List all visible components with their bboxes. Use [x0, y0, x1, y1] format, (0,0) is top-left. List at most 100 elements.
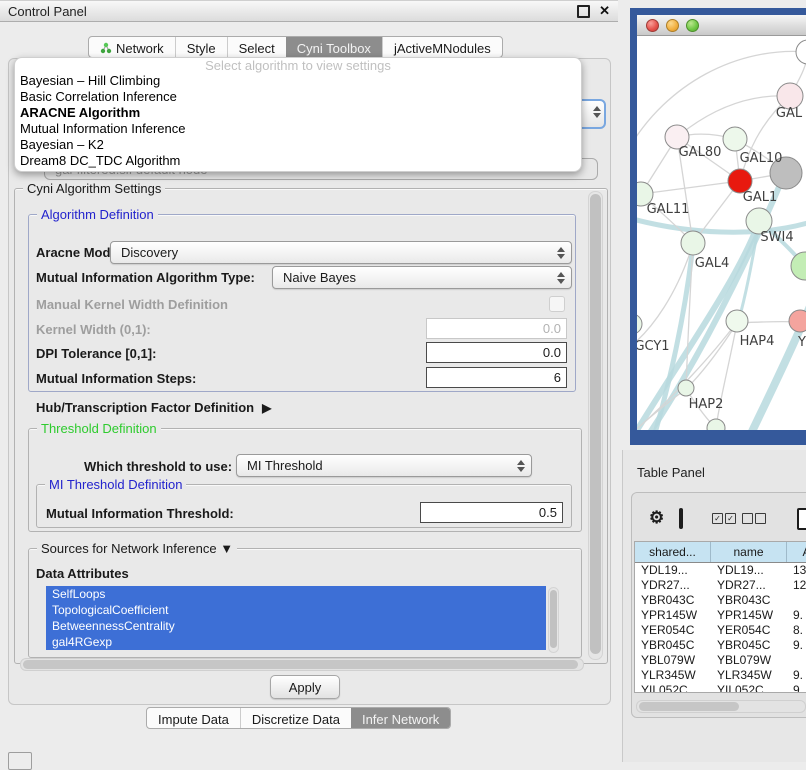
tab-discretize-data[interactable]: Discretize Data [240, 708, 351, 728]
network-icon [100, 42, 112, 54]
aracne-mode-combo[interactable]: Discovery [110, 241, 572, 264]
table-row[interactable]: YDR27...YDR27...12 [635, 578, 806, 593]
algorithm-option[interactable]: Bayesian – K2 [15, 137, 581, 153]
kernel-width-field[interactable]: 0.0 [426, 318, 567, 339]
network-node[interactable] [789, 310, 806, 332]
sources-group-title[interactable]: Sources for Network Inference ▼ [37, 541, 237, 556]
column-view-icon[interactable] [679, 508, 683, 529]
zoom-window-icon[interactable] [686, 19, 699, 32]
mi-threshold-field[interactable]: 0.5 [420, 502, 563, 523]
table-cell [787, 593, 806, 608]
algorithm-dropdown-placeholder: Select algorithm to view settings [15, 58, 581, 73]
which-threshold-combo[interactable]: MI Threshold [236, 454, 532, 477]
table-cell: YIL052C [711, 683, 787, 693]
column-header[interactable]: shared... [635, 542, 711, 562]
table-row[interactable]: YBR043CYBR043C [635, 593, 806, 608]
network-window-titlebar[interactable] [637, 15, 806, 36]
unchecked-box-icon [742, 513, 753, 524]
settings-horizontal-scrollbar[interactable] [20, 658, 584, 671]
list-vertical-scrollbar[interactable] [548, 587, 559, 653]
mi-algorithm-type-combo[interactable]: Naive Bayes [272, 266, 572, 289]
tab-infer-network[interactable]: Infer Network [351, 708, 450, 728]
table-row[interactable]: YPR145WYPR145W9. [635, 608, 806, 623]
network-node[interactable] [678, 380, 694, 396]
network-view-window: GALGAL80GAL10GAL1GAL11SWI4GAL4GCY1HAP4YH… [630, 8, 806, 445]
stepper-icon [551, 247, 565, 259]
close-panel-icon[interactable]: ✕ [599, 5, 610, 17]
aracne-mode-value: Discovery [121, 245, 178, 260]
algorithm-option[interactable]: Bayesian – Hill Climbing [15, 73, 581, 89]
data-attribute-item[interactable]: SelfLoops [46, 586, 546, 602]
sources-title-text: Sources for Network Inference [41, 541, 217, 556]
table-row[interactable]: YDL19...YDL19...13 [635, 563, 806, 578]
column-header[interactable]: A [787, 542, 806, 562]
tab-select[interactable]: Select [227, 37, 286, 57]
table-cell: YLR345W [635, 668, 711, 683]
expand-arrow-icon[interactable]: ▶ [262, 401, 271, 415]
data-attribute-item[interactable]: TopologicalCoefficient [46, 602, 546, 618]
table-row[interactable]: YIL052CYIL052C9. [635, 683, 806, 693]
network-node[interactable] [681, 231, 705, 255]
network-node[interactable] [791, 252, 806, 280]
mi-steps-field[interactable]: 6 [426, 367, 567, 388]
collapse-arrow-icon[interactable]: ▼ [220, 541, 233, 556]
tab-cyni-toolbox[interactable]: Cyni Toolbox [286, 37, 382, 57]
table-cell: YBR045C [711, 638, 787, 653]
hub-definition-toggle[interactable]: Hub/Transcription Factor Definition▶ [36, 400, 271, 415]
table-row[interactable]: YLR345WYLR345W9. [635, 668, 806, 683]
mi-threshold-group-title: MI Threshold Definition [45, 477, 186, 492]
gravity-tray-icon[interactable] [8, 752, 32, 770]
node-label: Y [797, 335, 806, 350]
column-header[interactable]: name [711, 542, 787, 562]
network-edge[interactable] [641, 181, 740, 194]
network-edge[interactable] [653, 245, 693, 430]
algorithm-option[interactable]: Mutual Information Inference [15, 121, 581, 137]
network-node[interactable] [723, 127, 747, 151]
gear-icon[interactable]: ⚙ [649, 509, 664, 527]
node-label: GAL1 [743, 190, 777, 205]
table-scroll-thumb[interactable] [639, 702, 739, 711]
cyni-algorithm-settings-title: Cyni Algorithm Settings [23, 181, 165, 196]
algorithm-option[interactable]: Basic Correlation Inference [15, 89, 581, 105]
algorithm-option[interactable]: ARACNE Algorithm [15, 105, 581, 121]
table-cell: YER054C [711, 623, 787, 638]
deselect-all-columns-icon[interactable] [742, 513, 766, 524]
settings-vertical-scrollbar[interactable] [588, 191, 603, 660]
data-attributes-label: Data Attributes [36, 566, 129, 581]
tab-network[interactable]: Network [89, 37, 175, 57]
close-window-icon[interactable] [646, 19, 659, 32]
table-horizontal-scrollbar[interactable] [636, 700, 806, 713]
network-node[interactable] [637, 314, 642, 334]
table-row[interactable]: YER054CYER054C8. [635, 623, 806, 638]
list-scroll-thumb[interactable] [550, 590, 557, 648]
manual-kernel-width-checkbox[interactable] [549, 296, 565, 312]
tab-impute-data[interactable]: Impute Data [147, 708, 240, 728]
tab-style[interactable]: Style [175, 37, 227, 57]
export-table-icon[interactable] [797, 508, 806, 530]
horizontal-scroll-thumb[interactable] [23, 660, 578, 669]
network-node[interactable] [726, 310, 748, 332]
data-attribute-item[interactable]: BetweennessCentrality [46, 618, 546, 634]
dpi-tolerance-field[interactable]: 0.0 [426, 342, 567, 363]
checked-box-icon: ✓ [725, 513, 736, 524]
apply-button[interactable]: Apply [270, 675, 340, 699]
select-all-columns-icon[interactable]: ✓ ✓ [712, 513, 736, 524]
algorithm-definition-title: Algorithm Definition [37, 207, 158, 222]
settings-scroll-thumb[interactable] [590, 194, 601, 654]
minimize-window-icon[interactable] [666, 19, 679, 32]
tab-jactivemnodules[interactable]: jActiveMNodules [382, 37, 502, 57]
algorithm-option[interactable]: Dream8 DC_TDC Algorithm [15, 153, 581, 169]
network-node[interactable] [796, 40, 806, 64]
table-cell: 9. [787, 608, 806, 623]
which-threshold-value: MI Threshold [247, 458, 323, 473]
table-cell: 9. [787, 683, 806, 693]
network-canvas[interactable]: GALGAL80GAL10GAL1GAL11SWI4GAL4GCY1HAP4YH… [637, 36, 806, 430]
data-attribute-item[interactable]: gal4RGexp [46, 634, 546, 650]
float-panel-icon[interactable] [577, 5, 590, 18]
data-attributes-list: SelfLoopsTopologicalCoefficientBetweenne… [46, 586, 546, 650]
stepper-icon [551, 272, 565, 284]
table-row[interactable]: YBL079WYBL079W [635, 653, 806, 668]
table-row[interactable]: YBR045CYBR045C9. [635, 638, 806, 653]
manual-kernel-width-label: Manual Kernel Width Definition [36, 297, 228, 312]
table-panel-title: Table Panel [637, 465, 705, 480]
